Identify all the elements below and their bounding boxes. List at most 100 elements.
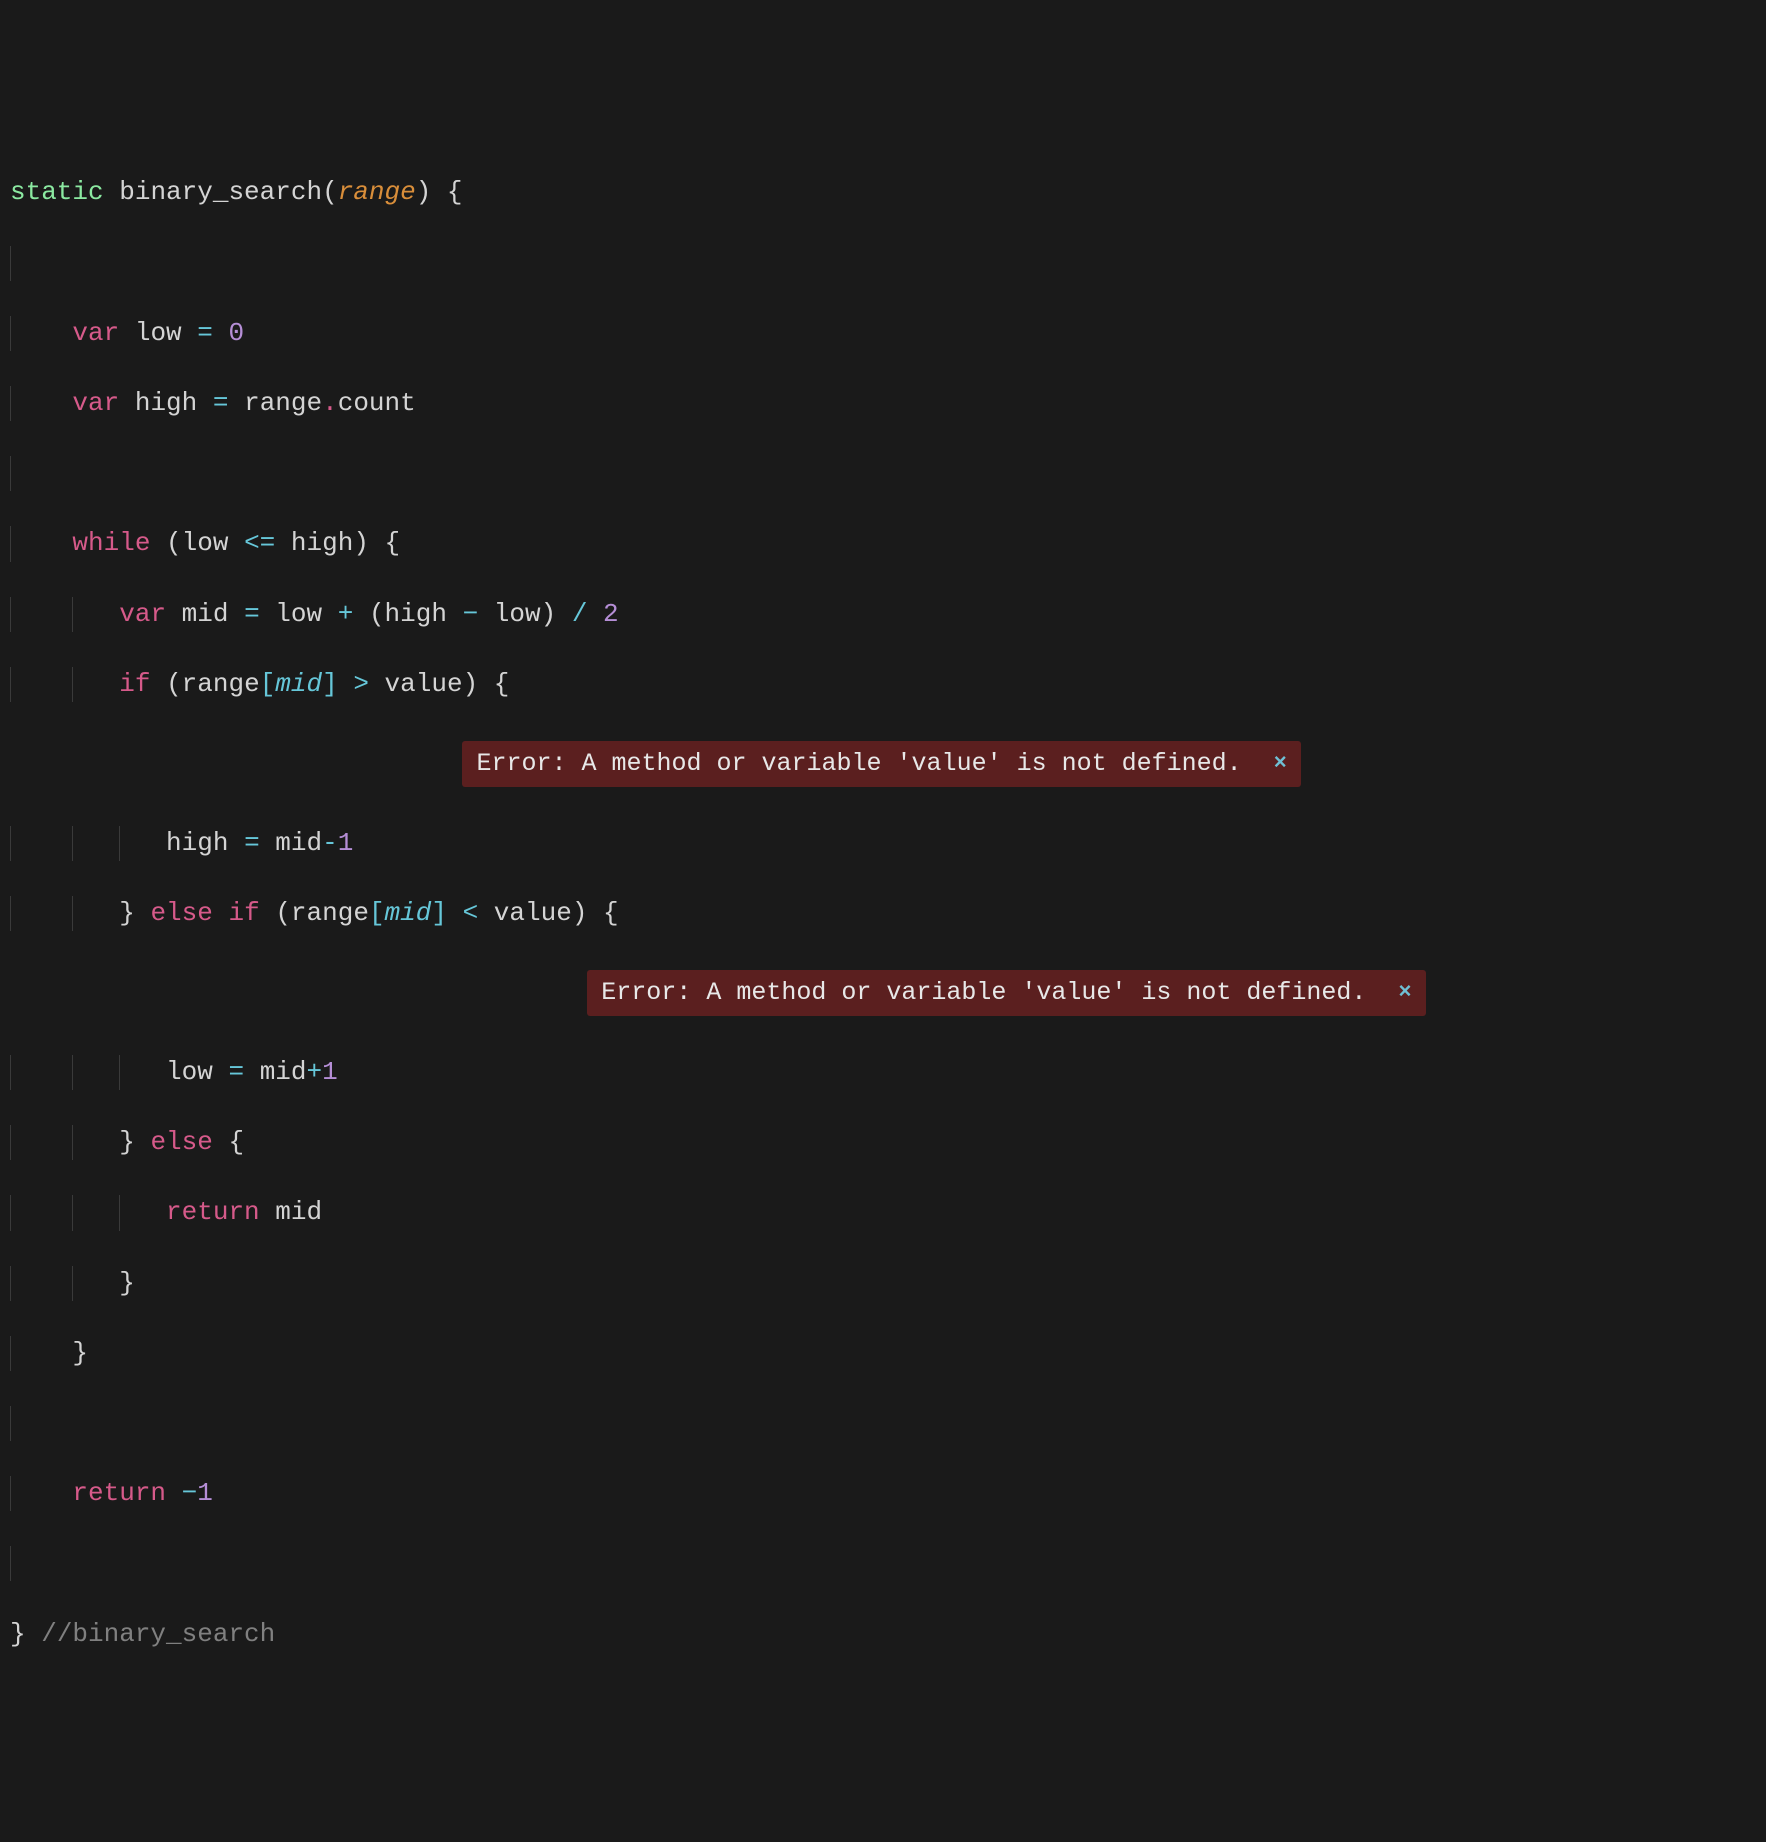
identifier: range <box>182 669 260 699</box>
operator-minus: - <box>322 828 338 858</box>
identifier: range <box>291 898 369 928</box>
code-line[interactable]: } else if (range[mid] < value) { <box>10 896 1756 931</box>
keyword-var: var <box>72 388 119 418</box>
code-line[interactable]: low = mid+1 <box>10 1055 1756 1090</box>
operator-eq: = <box>213 388 229 418</box>
bracket-close: ] <box>322 669 338 699</box>
code-line[interactable]: if (range[mid] > value) { <box>10 667 1756 702</box>
code-line[interactable]: } //binary_search <box>10 1617 1756 1652</box>
keyword-return: return <box>166 1197 260 1227</box>
identifier: low <box>494 599 541 629</box>
keyword-else: else <box>150 898 212 928</box>
code-line[interactable] <box>10 1546 1756 1581</box>
number-one: 1 <box>338 828 354 858</box>
code-editor[interactable]: static binary_search(range) { var low = … <box>0 140 1766 1686</box>
code-line[interactable]: } <box>10 1266 1756 1301</box>
error-message: Error: A method or variable 'value' is n… <box>601 976 1366 1010</box>
brace-open: { <box>228 1127 244 1157</box>
bracket-open: [ <box>369 898 385 928</box>
identifier: mid <box>260 1057 307 1087</box>
code-line[interactable]: return −1 <box>10 1476 1756 1511</box>
function-name: binary_search <box>119 177 322 207</box>
close-icon[interactable]: × <box>1398 978 1411 1008</box>
code-line[interactable]: var mid = low + (high − low) / 2 <box>10 597 1756 632</box>
paren-open: ( <box>166 528 182 558</box>
code-line[interactable]: high = mid-1 <box>10 826 1756 861</box>
bracket-open: [ <box>260 669 276 699</box>
paren-open: ( <box>275 898 291 928</box>
brace-open: { <box>385 528 401 558</box>
identifier: mid <box>182 599 229 629</box>
keyword-static: static <box>10 177 104 207</box>
code-line[interactable]: } <box>10 1336 1756 1371</box>
brace-close: } <box>119 898 135 928</box>
paren-open: ( <box>166 669 182 699</box>
code-line[interactable]: var high = range.count <box>10 386 1756 421</box>
error-message: Error: A method or variable 'value' is n… <box>476 747 1241 781</box>
keyword-var: var <box>72 318 119 348</box>
code-line[interactable] <box>10 456 1756 491</box>
identifier: high <box>385 599 447 629</box>
paren-open: ( <box>369 599 385 629</box>
keyword-var: var <box>119 599 166 629</box>
code-line[interactable]: var low = 0 <box>10 316 1756 351</box>
close-icon[interactable]: × <box>1274 749 1287 779</box>
operator-eq: = <box>244 828 260 858</box>
code-line[interactable]: } else { <box>10 1125 1756 1160</box>
operator-le: <= <box>244 528 275 558</box>
brace-open: { <box>494 669 510 699</box>
brace-close: } <box>10 1619 26 1649</box>
brace-open: { <box>447 177 463 207</box>
identifier: high <box>166 828 228 858</box>
identifier: low <box>182 528 229 558</box>
identifier: range <box>244 388 322 418</box>
paren-close: ) <box>353 528 369 558</box>
brace-close: } <box>72 1338 88 1368</box>
error-tooltip: Error: A method or variable 'value' is n… <box>462 741 1300 787</box>
operator-minus: − <box>182 1478 198 1508</box>
bracket-close: ] <box>431 898 447 928</box>
paren-open: ( <box>322 177 338 207</box>
identifier: mid <box>275 1197 322 1227</box>
identifier: mid <box>275 828 322 858</box>
operator-plus: + <box>307 1057 323 1087</box>
subscript-mid: mid <box>275 669 322 699</box>
code-line[interactable] <box>10 1406 1756 1441</box>
operator-eq: = <box>244 599 260 629</box>
code-line[interactable]: return mid <box>10 1195 1756 1230</box>
operator-minus: − <box>463 599 479 629</box>
paren-close: ) <box>463 669 479 699</box>
identifier: high <box>291 528 353 558</box>
identifier: low <box>275 599 322 629</box>
paren-close: ) <box>541 599 557 629</box>
paren-close: ) <box>572 898 588 928</box>
keyword-return: return <box>72 1478 166 1508</box>
code-line[interactable] <box>10 246 1756 281</box>
keyword-if: if <box>228 898 259 928</box>
paren-close: ) <box>416 177 432 207</box>
identifier-value: value <box>494 898 572 928</box>
error-tooltip: Error: A method or variable 'value' is n… <box>587 970 1425 1016</box>
brace-close: } <box>119 1268 135 1298</box>
number-one: 1 <box>197 1478 213 1508</box>
operator-eq: = <box>197 318 213 348</box>
keyword-while: while <box>72 528 150 558</box>
operator-gt: > <box>353 669 369 699</box>
operator-eq: = <box>228 1057 244 1087</box>
identifier: count <box>338 388 416 418</box>
brace-open: { <box>603 898 619 928</box>
code-line[interactable]: static binary_search(range) { <box>10 175 1756 210</box>
identifier-value: value <box>385 669 463 699</box>
operator-lt: < <box>463 898 479 928</box>
param-range: range <box>338 177 416 207</box>
identifier: low <box>166 1057 213 1087</box>
code-line[interactable]: while (low <= high) { <box>10 526 1756 561</box>
keyword-else: else <box>150 1127 212 1157</box>
dot: . <box>322 388 338 418</box>
comment: //binary_search <box>41 1619 275 1649</box>
operator-div: / <box>572 599 588 629</box>
brace-close: } <box>119 1127 135 1157</box>
identifier: high <box>135 388 197 418</box>
identifier: low <box>135 318 182 348</box>
number-two: 2 <box>603 599 619 629</box>
